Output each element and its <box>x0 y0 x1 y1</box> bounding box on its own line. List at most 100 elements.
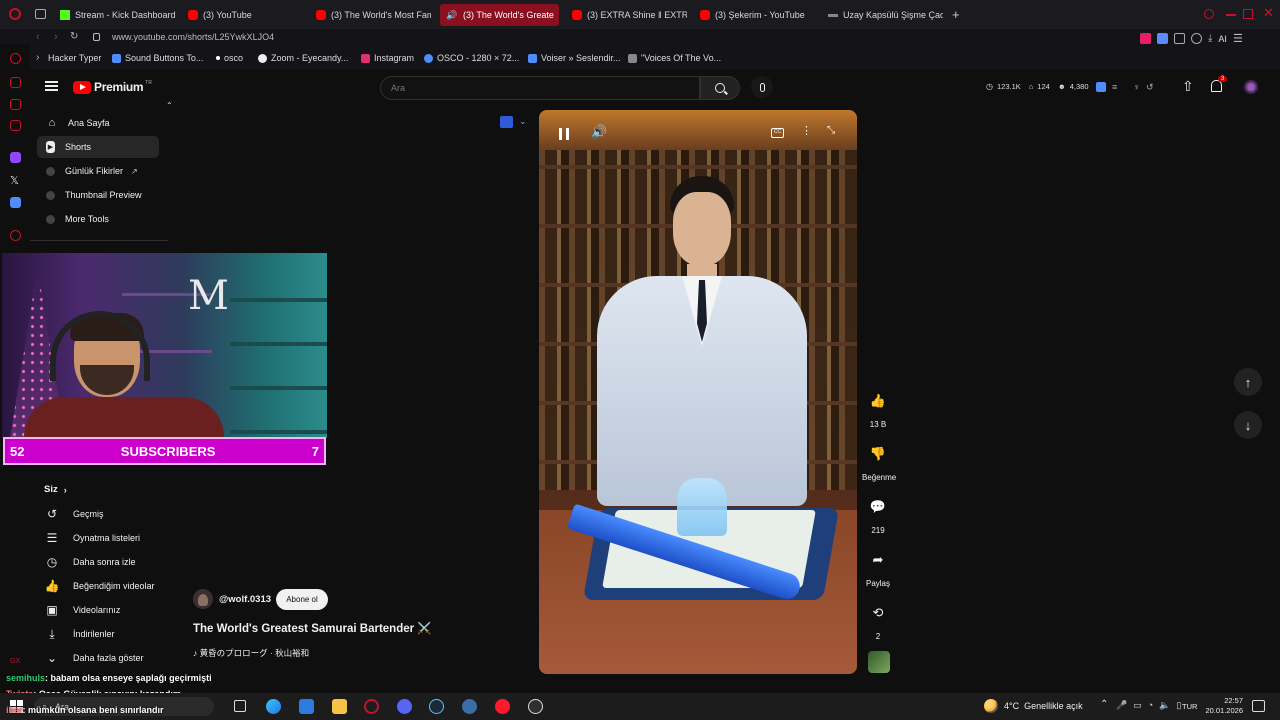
short-title[interactable]: The World's Greatest Samurai Bartender ⚔… <box>193 621 432 635</box>
download-tray-icon[interactable]: ⤓ <box>1208 33 1212 44</box>
sidebar-item-history[interactable]: ↺ Geçmiş <box>37 503 104 525</box>
avatar[interactable] <box>1244 80 1258 94</box>
tab-uzay-kapsulu[interactable]: Uzay Kapsülü Şişme Çadır <box>828 4 943 26</box>
sidebar-aria-icon[interactable] <box>10 53 21 64</box>
comments-button[interactable]: 💬 219 <box>862 492 894 535</box>
captions-icon[interactable]: CC <box>771 128 784 138</box>
you-section-title[interactable]: Siz › <box>44 484 67 495</box>
tab-worlds-greatest[interactable]: 🔊 (3) The World's Greate <box>440 4 559 26</box>
fullscreen-icon[interactable]: ⤡ <box>827 125 835 136</box>
ext-list-icon[interactable]: ≡ <box>1112 82 1117 93</box>
sidebar-item-show-more[interactable]: ⌄ Daha fazla göster <box>37 647 144 669</box>
settings-gear-icon[interactable] <box>462 699 477 714</box>
volume-icon[interactable]: 🔊 <box>591 124 607 140</box>
sidebar-player-icon[interactable] <box>10 230 21 241</box>
ext-refresh-icon[interactable]: ↺ <box>1146 82 1154 93</box>
ext-hook-icon[interactable]: ♆ <box>1133 82 1140 93</box>
previous-short-button[interactable]: ↑ <box>1234 368 1262 396</box>
sidebar-item-home[interactable]: ⌂ Ana Sayfa <box>37 112 159 134</box>
bookmarks-chevron-icon[interactable]: › <box>36 52 39 63</box>
voice-search-button[interactable] <box>751 76 773 98</box>
search-input[interactable] <box>380 76 701 100</box>
bookmark-voiser[interactable]: Voiser » Seslendir... <box>528 53 621 63</box>
tray-chevron-icon[interactable]: ⌃ <box>1100 699 1108 710</box>
more-options-icon[interactable]: ⋮ <box>801 124 812 137</box>
short-music[interactable]: ♪ 黄昏のプロローグ · 秋山裕和 <box>193 647 309 659</box>
sidebar-twitch-icon[interactable] <box>10 152 21 163</box>
sidebar-whatsapp-icon[interactable] <box>10 120 21 131</box>
minimize-button[interactable] <box>1226 14 1236 16</box>
speaker-icon[interactable]: 🔈 <box>1159 700 1170 711</box>
like-button[interactable]: 👍 13 B <box>862 386 894 429</box>
channel-name[interactable]: @wolf.0313 <box>219 594 271 605</box>
miniplayer-chevron-icon[interactable]: ⌄ <box>519 116 527 127</box>
sidebar-item-more-tools[interactable]: More Tools <box>37 208 159 230</box>
new-tab-button[interactable]: + <box>952 7 960 22</box>
channel-avatar[interactable] <box>193 589 213 609</box>
discord-icon[interactable] <box>397 699 412 714</box>
bookmark-zoom-eyecandy[interactable]: Zoom - Eyecandy... <box>258 53 348 63</box>
remix-button[interactable]: ⟲ 2 <box>862 598 894 641</box>
url-field[interactable]: www.youtube.com/shorts/L25YwkXLJO4 <box>112 32 274 42</box>
ai-button[interactable]: AI <box>1218 34 1227 44</box>
task-view-icon[interactable] <box>234 700 246 712</box>
sidebar-item-playlists[interactable]: ☰ Oynatma listeleri <box>37 527 140 549</box>
steam-icon[interactable] <box>429 699 444 714</box>
sidebar-x-icon[interactable]: 𝕏 <box>10 174 19 187</box>
tab-sekerim[interactable]: (3) Şekerim - YouTube <box>700 4 815 26</box>
tab-kick-dashboard[interactable]: Stream - Kick Dashboard <box>60 4 180 26</box>
close-button[interactable]: ✕ <box>1263 5 1274 21</box>
sidebar-item-gunluk-fikirler[interactable]: Günlük Fikirler ↗ <box>37 160 159 182</box>
maximize-button[interactable] <box>1243 9 1253 19</box>
menu-icon[interactable]: ☰ <box>1233 32 1243 45</box>
bookmark-hacker-typer[interactable]: Hacker Typer <box>48 53 101 63</box>
extension-pink-icon[interactable] <box>1140 33 1151 44</box>
dislike-button[interactable]: 👎 Beğenme <box>862 439 896 482</box>
collapse-arrow-icon[interactable]: ⌃ <box>166 101 173 110</box>
bookmark-voices-of-the-void[interactable]: "Voices Of The Vo... <box>628 53 721 63</box>
sidebar-history-icon[interactable] <box>10 99 21 110</box>
sidebar-item-watch-later[interactable]: ◷ Daha sonra izle <box>37 551 136 573</box>
search-button[interactable] <box>700 76 740 100</box>
short-video-player[interactable]: 🔊 CC ⋮ ⤡ <box>539 110 857 674</box>
language-indicator[interactable]: TUR <box>1182 702 1197 711</box>
puzzle-icon[interactable] <box>1174 33 1185 44</box>
bookmark-osco-1280[interactable]: OSCO - 1280 × 72... <box>424 53 519 63</box>
subscribe-button[interactable]: Abone ol <box>276 589 328 610</box>
extension-blue-icon[interactable] <box>1157 33 1168 44</box>
edge-icon[interactable] <box>266 699 281 714</box>
tab-worlds-most-famous[interactable]: (3) The World's Most Fam <box>316 4 431 26</box>
pin-icon[interactable] <box>1191 33 1202 44</box>
clock[interactable]: 22:57 20.01.2026 <box>1203 696 1243 716</box>
sidebar-extension-icon[interactable] <box>10 197 21 208</box>
sound-thumbnail[interactable] <box>868 651 890 673</box>
file-explorer-icon[interactable] <box>332 699 347 714</box>
battery-icon[interactable]: ▯ <box>1176 700 1181 711</box>
share-button[interactable]: ➦ Paylaş <box>862 545 894 588</box>
upload-icon[interactable]: ⇧ <box>1182 78 1194 95</box>
bookmark-osco[interactable]: osco <box>216 53 243 63</box>
sidebar-item-liked-videos[interactable]: 👍 Beğendiğim videolar <box>37 575 155 597</box>
forward-icon[interactable]: › <box>54 31 58 43</box>
display-icon[interactable]: ▭ <box>1133 700 1142 711</box>
store-icon[interactable] <box>299 699 314 714</box>
sidebar-item-your-videos[interactable]: ▣ Videolarınız <box>37 599 120 621</box>
ext-blue-icon[interactable] <box>1096 82 1106 92</box>
yt-menu-icon[interactable] <box>45 81 58 91</box>
reload-icon[interactable]: ↻ <box>70 31 78 42</box>
notifications-button[interactable]: 3 <box>1211 76 1228 92</box>
next-short-button[interactable]: ↓ <box>1234 411 1262 439</box>
bookmark-sound-buttons[interactable]: Sound Buttons To... <box>112 53 203 63</box>
weather-text[interactable]: 4°C Genellikle açık <box>1004 701 1083 711</box>
bookmark-instagram[interactable]: Instagram <box>361 53 414 63</box>
tab-youtube[interactable]: (3) YouTube <box>188 4 303 26</box>
obs-icon[interactable] <box>528 699 543 714</box>
pause-icon[interactable] <box>559 128 569 140</box>
yt-logo[interactable]: Premium TR <box>73 80 152 94</box>
sidebar-item-thumbnail-preview[interactable]: Thumbnail Preview <box>37 184 159 206</box>
sidebar-item-downloads[interactable]: ⤓ İndirilenler <box>37 623 114 645</box>
opera-icon[interactable] <box>495 699 510 714</box>
back-icon[interactable]: ‹ <box>36 31 40 43</box>
search-tabs-icon[interactable] <box>1204 9 1214 19</box>
tab-extra-shine[interactable]: (3) EXTRA Shine ‖ EXTR <box>572 4 687 26</box>
